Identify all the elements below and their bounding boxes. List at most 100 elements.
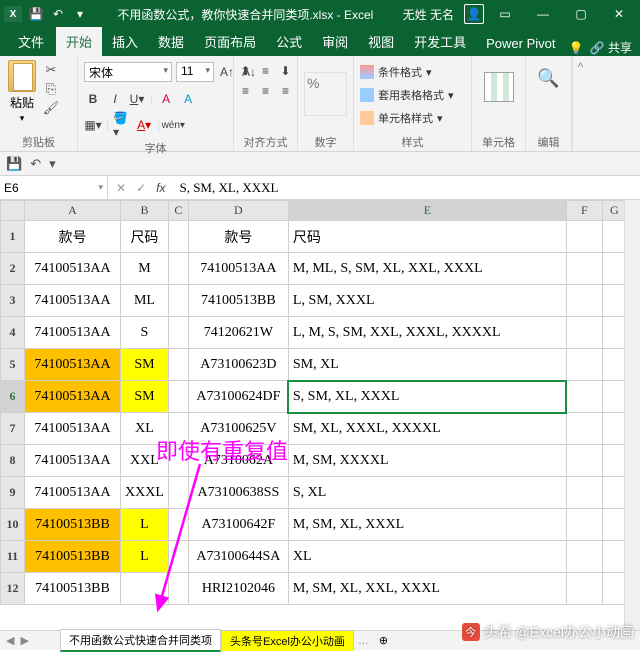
align-bot-icon[interactable]: ⬇ [277, 62, 295, 80]
align-top-icon[interactable]: ⬆ [237, 62, 255, 80]
align-center-icon[interactable]: ≡ [257, 82, 275, 100]
undo-icon-2[interactable]: ↶ [30, 156, 41, 172]
cell-E6[interactable]: S, SM, XL, XXXL [288, 381, 566, 413]
cell-C2[interactable] [168, 253, 188, 285]
insert-function-icon[interactable]: fx [156, 181, 165, 195]
cell-E11[interactable]: XL [288, 541, 566, 573]
italic-button[interactable]: I [106, 90, 124, 108]
cell-E5[interactable]: SM, XL [288, 349, 566, 381]
cell-B2[interactable]: M [121, 253, 169, 285]
row-header-9[interactable]: 9 [1, 477, 25, 509]
cell-D11[interactable]: A73100644SA [188, 541, 288, 573]
col-header-F[interactable]: F [566, 201, 602, 221]
col-header-E[interactable]: E [288, 201, 566, 221]
cell-D10[interactable]: A73100642F [188, 509, 288, 541]
cell-C4[interactable] [168, 317, 188, 349]
tab-more-icon[interactable]: … [354, 635, 373, 647]
ribbon-options-icon[interactable]: ▭ [488, 3, 522, 25]
cell-D9[interactable]: A73100638SS [188, 477, 288, 509]
cell-C8[interactable] [168, 445, 188, 477]
cell-F1[interactable] [566, 221, 602, 253]
col-header-C[interactable]: C [168, 201, 188, 221]
cell-D6[interactable]: A73100624DF [188, 381, 288, 413]
cell-G11[interactable] [602, 541, 626, 573]
align-mid-icon[interactable]: ≡ [257, 62, 275, 80]
cell-B5[interactable]: SM [121, 349, 169, 381]
name-box[interactable]: E6 [0, 176, 108, 199]
formula-input[interactable]: S, SM, XL, XXXL [173, 180, 640, 196]
font-color-a-icon[interactable]: A [157, 90, 175, 108]
cell-C6[interactable] [168, 381, 188, 413]
sheet-tab-2[interactable]: 头条号Excel办公小动画 [221, 630, 354, 651]
edit-button[interactable]: 🔍 [537, 68, 559, 89]
sheet-tab-1[interactable]: 不用函数公式快速合并同类项 [60, 629, 221, 652]
tab-view[interactable]: 视图 [358, 27, 404, 56]
cell-D1[interactable]: 款号 [188, 221, 288, 253]
tab-nav-prev-icon[interactable]: ◀ [6, 634, 14, 647]
font-name-combo[interactable]: 宋体 [84, 62, 172, 82]
row-header-10[interactable]: 10 [1, 509, 25, 541]
undo-icon[interactable]: ↶ [50, 6, 66, 22]
tab-review[interactable]: 审阅 [312, 27, 358, 56]
tab-insert[interactable]: 插入 [102, 27, 148, 56]
row-header-6[interactable]: 6 [1, 381, 25, 413]
format-painter-icon[interactable]: 🖌 [42, 100, 60, 116]
tab-nav-next-icon[interactable]: ▶ [20, 634, 28, 647]
cell-A7[interactable]: 74100513AA [25, 413, 121, 445]
tab-power[interactable]: Power Pivot [476, 31, 565, 56]
col-header-B[interactable]: B [121, 201, 169, 221]
font-size-combo[interactable]: 11 [176, 62, 214, 82]
cell-F9[interactable] [566, 477, 602, 509]
cell-A8[interactable]: 74100513AA [25, 445, 121, 477]
cell-B11[interactable]: L [121, 541, 169, 573]
cell-G3[interactable] [602, 285, 626, 317]
tab-data[interactable]: 数据 [148, 27, 194, 56]
cell-A3[interactable]: 74100513AA [25, 285, 121, 317]
cell-B4[interactable]: S [121, 317, 169, 349]
cell-D2[interactable]: 74100513AA [188, 253, 288, 285]
cell-A4[interactable]: 74100513AA [25, 317, 121, 349]
cells-button[interactable] [484, 72, 514, 102]
phonetic-icon[interactable]: wén▾ [164, 116, 182, 134]
cell-C7[interactable] [168, 413, 188, 445]
cell-C10[interactable] [168, 509, 188, 541]
row-header-8[interactable]: 8 [1, 445, 25, 477]
cell-G6[interactable] [602, 381, 626, 413]
font-color-a2-icon[interactable]: A [179, 90, 197, 108]
cut-icon[interactable]: ✂ [42, 62, 60, 78]
font-color-icon[interactable]: A▾ [135, 116, 153, 134]
cell-C11[interactable] [168, 541, 188, 573]
qat2-more-icon[interactable]: ▾ [49, 156, 56, 172]
align-right-icon[interactable]: ≡ [277, 82, 295, 100]
minimize-button[interactable]: ― [526, 3, 560, 25]
cell-G8[interactable] [602, 445, 626, 477]
cell-A1[interactable]: 款号 [25, 221, 121, 253]
cell-D12[interactable]: HRI2102046 [188, 573, 288, 605]
cell-D4[interactable]: 74120621W [188, 317, 288, 349]
number-format-button[interactable]: % [304, 72, 347, 116]
row-header-7[interactable]: 7 [1, 413, 25, 445]
col-header-G[interactable]: G [602, 201, 626, 221]
cell-B1[interactable]: 尺码 [121, 221, 169, 253]
cell-G7[interactable] [602, 413, 626, 445]
cell-E7[interactable]: SM, XL, XXXL, XXXXL [288, 413, 566, 445]
row-header-11[interactable]: 11 [1, 541, 25, 573]
cell-E3[interactable]: L, SM, XXXL [288, 285, 566, 317]
row-header-12[interactable]: 12 [1, 573, 25, 605]
conditional-format-button[interactable]: 条件格式▾ [360, 64, 432, 80]
cell-E10[interactable]: M, SM, XL, XXXL [288, 509, 566, 541]
tab-formulas[interactable]: 公式 [266, 27, 312, 56]
tab-file[interactable]: 文件 [6, 27, 56, 56]
tab-home[interactable]: 开始 [56, 27, 102, 56]
copy-icon[interactable]: ⎘ [42, 81, 60, 97]
user-avatar-icon[interactable]: 👤 [464, 4, 484, 24]
cell-G4[interactable] [602, 317, 626, 349]
chevron-down-icon[interactable]: ▾ [20, 113, 25, 124]
accept-formula-icon[interactable]: ✓ [136, 181, 146, 195]
cell-C1[interactable] [168, 221, 188, 253]
close-button[interactable]: ✕ [602, 3, 636, 25]
cell-F11[interactable] [566, 541, 602, 573]
save-icon[interactable]: 💾 [28, 6, 44, 22]
cell-F3[interactable] [566, 285, 602, 317]
cell-G5[interactable] [602, 349, 626, 381]
